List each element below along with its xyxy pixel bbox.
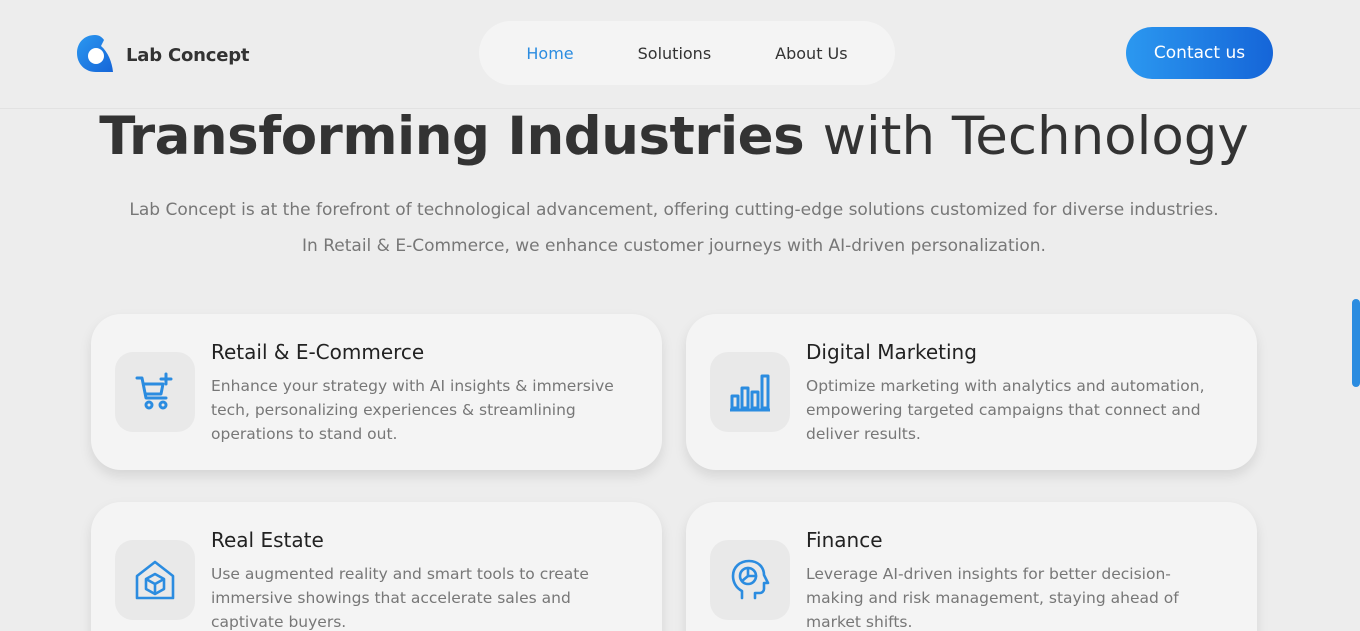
card-title: Real Estate (211, 528, 324, 552)
nav-home[interactable]: Home (526, 44, 573, 63)
site-header: Lab Concept Home Solutions About Us Cont… (0, 0, 1360, 109)
brand-logo[interactable]: Lab Concept (74, 32, 250, 78)
brand-name: Lab Concept (126, 44, 250, 66)
cart-plus-icon (115, 352, 195, 432)
industry-card-real-estate[interactable]: Real Estate Use augmented reality and sm… (91, 502, 662, 631)
nav-about-us[interactable]: About Us (775, 44, 847, 63)
contact-us-button[interactable]: Contact us (1126, 27, 1273, 79)
lab-concept-logo-icon (74, 32, 116, 78)
card-text: Use augmented reality and smart tools to… (211, 565, 589, 631)
head-chart-icon (710, 540, 790, 620)
house-cube-icon (115, 540, 195, 620)
industry-card-retail[interactable]: Retail & E-Commerce Enhance your strateg… (91, 314, 662, 470)
card-title: Digital Marketing (806, 340, 977, 364)
hero-title-bold: Transforming Industries (99, 106, 805, 167)
nav-solutions[interactable]: Solutions (638, 44, 712, 63)
card-text: Optimize marketing with analytics and au… (806, 377, 1205, 443)
industry-card-finance[interactable]: Finance Leverage AI-driven insights for … (686, 502, 1257, 631)
bar-chart-icon (710, 352, 790, 432)
hero-title-light: with Technology (822, 106, 1249, 167)
card-title: Finance (806, 528, 883, 552)
page-scrollbar[interactable] (1352, 299, 1360, 387)
card-title: Retail & E-Commerce (211, 340, 425, 364)
industry-card-digital-marketing[interactable]: Digital Marketing Optimize marketing wit… (686, 314, 1257, 470)
hero-description-line1: Lab Concept is at the forefront of techn… (129, 200, 1219, 220)
card-text: Enhance your strategy with AI insights &… (211, 377, 614, 443)
hero-description-line2: In Retail & E-Commerce, we enhance custo… (302, 236, 1046, 256)
main-nav: Home Solutions About Us (479, 21, 895, 85)
hero-title: Transforming Industries with Technology (0, 102, 1348, 172)
card-text: Leverage AI-driven insights for better d… (806, 565, 1179, 631)
